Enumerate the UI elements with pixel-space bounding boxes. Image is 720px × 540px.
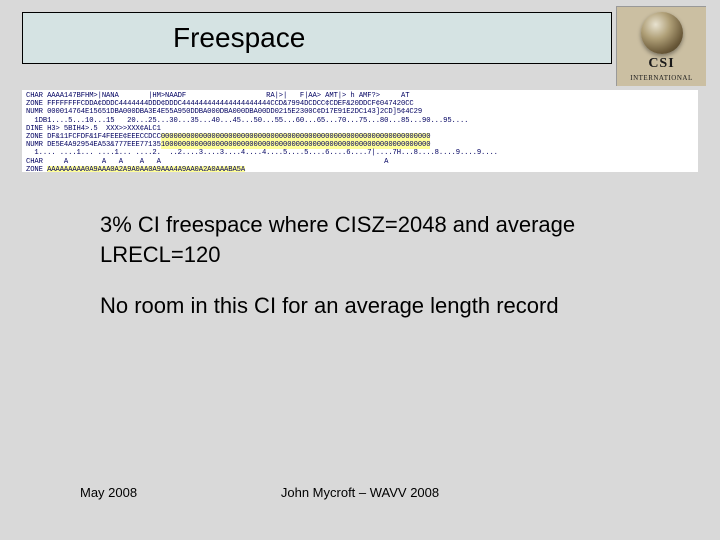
dump-line: 1DB1....5...10...15 20...25...30...35...… bbox=[26, 117, 468, 125]
logo-text: CSI bbox=[648, 56, 674, 72]
dump-line: DINE H3> 5BIH4>.5 XXX>>XXX¢ALC1 bbox=[26, 125, 161, 133]
dump-line: NUMR DE5E4A92954EA53&777EEE77135 bbox=[26, 141, 161, 149]
dump-line: NUMR 000014764E15651DBA000DBA3E4E55A950D… bbox=[26, 108, 422, 116]
body-p2: No room in this CI for an average length… bbox=[100, 291, 640, 321]
dump-line: ZONE FFFFFFFFCDDA¢DDDC4444444DDD¢DDDC444… bbox=[26, 100, 414, 108]
logo-subtext: INTERNATIONAL bbox=[630, 74, 693, 82]
dump-highlight: 0000000000000000000000000000000000000000… bbox=[161, 133, 431, 141]
logo: CSI INTERNATIONAL bbox=[616, 6, 706, 86]
body-text: 3% CI freespace where CISZ=2048 and aver… bbox=[100, 210, 640, 343]
dump-line: CHAR A A A A A A bbox=[26, 158, 388, 166]
body-p1: 3% CI freespace where CISZ=2048 and aver… bbox=[100, 210, 640, 269]
dump-line: 1.... ....1... ....1... ....2. ..2....3.… bbox=[26, 149, 498, 157]
slide-title-bar: Freespace bbox=[22, 12, 612, 64]
dump-line: CHAR AAAA147BFHM>|NANA |HM>NAADF RA|>| F… bbox=[26, 92, 409, 100]
hex-dump: CHAR AAAA147BFHM>|NANA |HM>NAADF RA|>| F… bbox=[22, 90, 698, 172]
dump-highlight: AAAAAAAAA0A9AAA0A2A9A0AA0A9AAA4A9AA0A2A0… bbox=[47, 166, 245, 172]
footer-author: John Mycroft – WAVV 2008 bbox=[0, 485, 720, 500]
dump-line: ZONE bbox=[26, 166, 47, 172]
dump-line: ZONE DF&11FCFDF&1F4FEEE¢EEECCDCC bbox=[26, 133, 161, 141]
globe-icon bbox=[641, 12, 683, 54]
slide-title: Freespace bbox=[173, 22, 305, 54]
dump-highlight: 1000000000000000000000000000000000000000… bbox=[161, 141, 431, 149]
